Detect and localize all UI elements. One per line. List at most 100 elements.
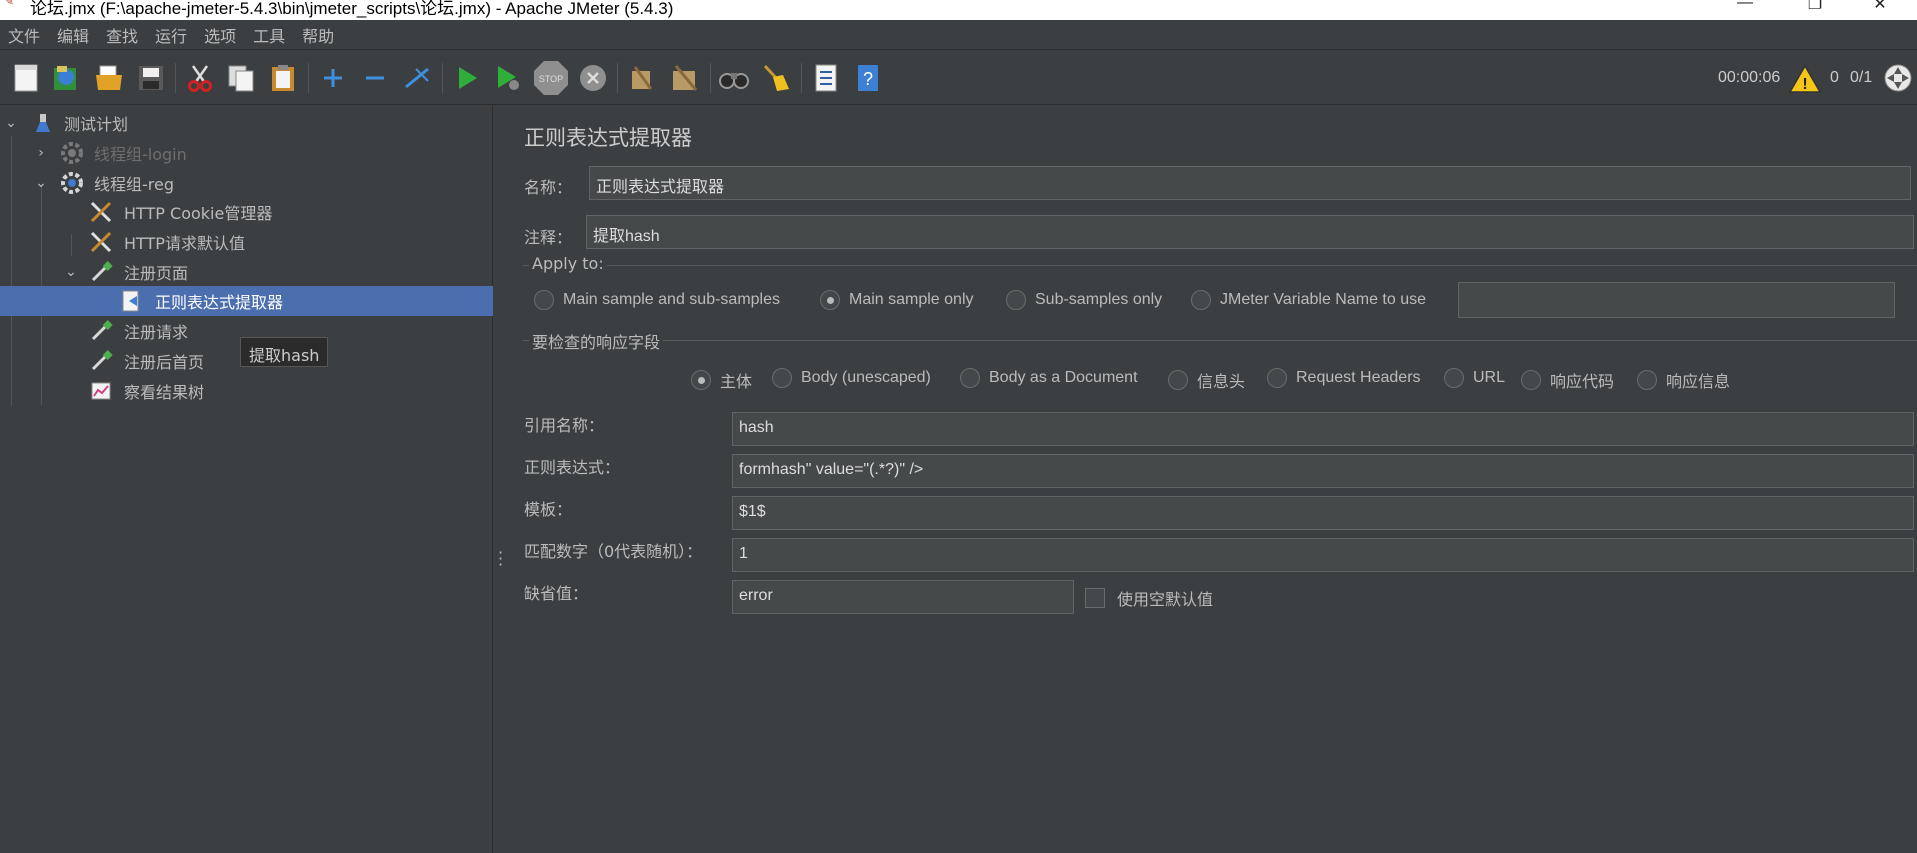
tree-item-http-defaults[interactable]: HTTP请求默认值 [0,227,493,257]
ref-name-field[interactable]: hash [732,412,1914,446]
warning-count: 0 [1830,69,1839,86]
save-button[interactable] [133,60,169,96]
broom-icon [763,64,789,91]
clear-all-button[interactable] [667,60,703,96]
apply-variable-radio[interactable]: JMeter Variable Name to use [1191,290,1426,310]
open-button[interactable] [91,60,127,96]
start-no-pauses-button[interactable] [490,60,526,96]
radio-label: Body (unescaped) [801,369,931,386]
templates-button[interactable] [48,60,84,96]
tree-item-label: 注册页面 [124,264,189,283]
checkbox-icon [1085,588,1105,608]
tree-item-register-page[interactable]: ⌄ 注册页面 [0,257,493,287]
panel-splitter[interactable]: · · · [494,106,506,853]
collapse-all-button[interactable] [357,60,393,96]
check-url-radio[interactable]: URL [1444,368,1505,388]
menu-search[interactable]: 查找 [106,23,138,47]
cut-button[interactable] [182,60,218,96]
menu-edit[interactable]: 编辑 [57,23,89,47]
clear-button[interactable] [624,60,660,96]
radio-label: 响应信息 [1666,374,1731,391]
check-headers-radio[interactable]: 信息头 [1168,368,1245,392]
tree-item-label: 线程组-login [94,145,187,164]
menu-help[interactable]: 帮助 [302,23,334,47]
radio-selected-icon [691,370,711,390]
name-field[interactable]: 正则表达式提取器 [589,166,1911,200]
check-body-unescaped-radio[interactable]: Body (unescaped) [772,368,931,388]
remote-status-button[interactable] [1881,60,1915,96]
expand-all-button[interactable] [315,60,351,96]
apply-sub-only-radio[interactable]: Sub-samples only [1006,290,1162,310]
warning-button[interactable]: ! [1787,61,1823,97]
menu-tools[interactable]: 工具 [253,23,285,47]
menu-options[interactable]: 选项 [204,23,236,47]
toggle-button[interactable] [399,60,435,96]
function-list-icon [815,64,837,92]
check-body-radio[interactable]: 主体 [691,368,752,392]
maximize-button[interactable]: ❐ [1800,0,1830,14]
comment-field[interactable]: 提取hash [586,215,1914,249]
check-body-document-radio[interactable]: Body as a Document [960,368,1138,388]
play-icon [459,67,477,89]
tree-item-thread-group-reg[interactable]: ⌄ 线程组-reg [0,168,493,198]
radio-label: 信息头 [1197,374,1246,391]
menu-file[interactable]: 文件 [8,23,40,47]
apply-main-only-radio[interactable]: Main sample only [820,290,974,310]
radio-label: Main sample only [849,291,974,308]
match-no-field[interactable]: 1 [732,538,1914,572]
copy-button[interactable] [223,60,259,96]
reset-search-button[interactable] [758,60,794,96]
radio-icon [1191,290,1211,310]
help-icon: ? [858,65,878,91]
radio-label: JMeter Variable Name to use [1220,291,1427,308]
minus-icon [366,76,384,80]
plus-icon [324,69,342,87]
wrench-icon [89,200,113,224]
ref-name-label: 引用名称： [524,416,605,435]
toggle-icon [405,67,429,89]
regex-field[interactable]: formhash" value="(.*?)" /> [732,454,1914,488]
chevron-down-icon[interactable]: ⌄ [34,175,48,191]
help-button[interactable]: ? [850,60,886,96]
radio-label: Sub-samples only [1035,291,1163,308]
svg-text:?: ? [863,69,873,89]
tree-item-thread-group-login[interactable]: › 线程组-login [0,138,493,168]
save-icon [139,66,163,90]
template-field[interactable]: $1$ [732,496,1914,530]
radio-label: Request Headers [1296,369,1421,386]
gear-icon [60,141,84,165]
search-button[interactable] [716,60,752,96]
tree-item-label: 测试计划 [64,115,129,134]
warning-icon: ! [1789,64,1821,93]
regex-label: 正则表达式： [524,458,621,477]
function-helper-button[interactable] [808,60,844,96]
apply-main-and-sub-radio[interactable]: Main sample and sub-samples [534,290,780,310]
close-button[interactable]: ✕ [1865,0,1895,14]
variable-name-field[interactable] [1458,282,1895,318]
comment-label: 注释： [524,228,573,247]
tree-item-regex-extractor[interactable]: 正则表达式提取器 [0,286,493,316]
check-response-code-radio[interactable]: 响应代码 [1521,368,1614,392]
check-response-message-radio[interactable]: 响应信息 [1637,368,1730,392]
tree-item-view-results-tree[interactable]: 察看结果树 [0,376,493,406]
default-value-field[interactable]: error [732,580,1074,614]
radio-icon [1168,370,1188,390]
radio-icon [1444,368,1464,388]
chevron-right-icon[interactable]: › [34,145,48,161]
new-button[interactable] [8,60,44,96]
window-title-bar: ✎ 论坛.jmx (F:\apache-jmeter-5.4.3\bin\jme… [0,0,1917,20]
chevron-down-icon[interactable]: ⌄ [64,264,78,280]
stop-button[interactable]: STOP [531,60,571,96]
radio-label: 响应代码 [1550,374,1615,391]
start-button[interactable] [449,60,485,96]
chevron-down-icon[interactable]: ⌄ [4,115,18,131]
menu-run[interactable]: 运行 [155,23,187,47]
use-empty-default-checkbox[interactable]: 使用空默认值 [1085,586,1213,610]
tree-item-test-plan[interactable]: ⌄ 测试计划 [0,108,493,138]
tree-item-label: 察看结果树 [124,383,205,402]
check-request-headers-radio[interactable]: Request Headers [1267,368,1421,388]
paste-button[interactable] [265,60,301,96]
minimize-button[interactable]: — [1730,0,1760,12]
tree-item-cookie-manager[interactable]: HTTP Cookie管理器 [0,197,493,227]
shutdown-button[interactable] [575,60,611,96]
